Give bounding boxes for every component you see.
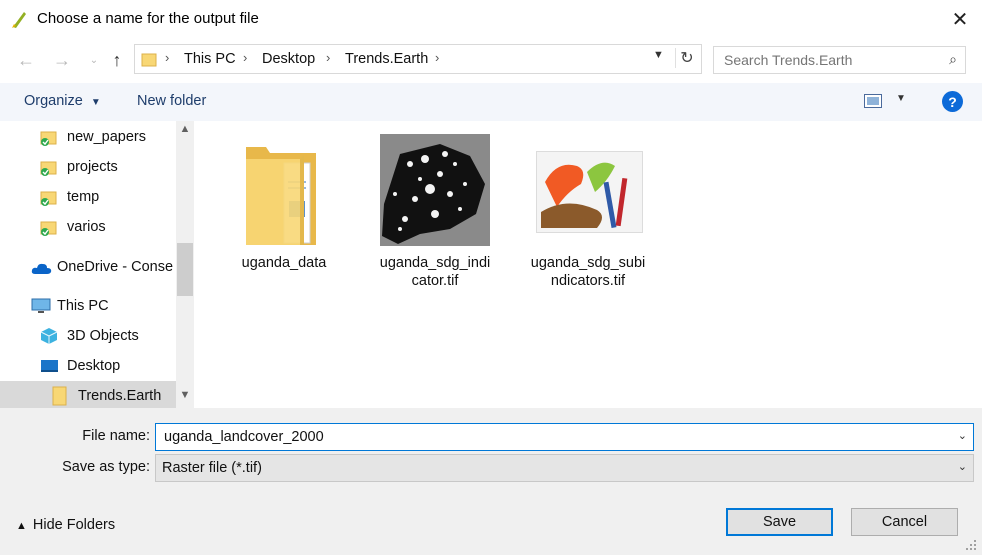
chevron-down-icon: ⌄ [957,461,967,473]
close-button[interactable]: ✕ [944,4,976,34]
save-as-type-value: Raster file (*.tif) [162,460,262,476]
sidebar-item-label: OneDrive - Conse [57,259,174,275]
new-folder-button[interactable]: New folder [137,93,206,109]
file-name-combobox[interactable]: ⌄ [155,423,974,451]
refresh-button[interactable]: ↻ [675,48,698,68]
breadcrumb-separator-icon: › [243,50,248,65]
resize-grip-icon[interactable] [964,538,978,552]
window-title: Choose a name for the output file [37,10,259,27]
save-as-type-label: Save as type: [62,459,150,475]
address-bar[interactable]: › This PC › Desktop › Trends.Earth › ▼ ↻ [134,44,702,74]
sidebar-item-onedrive[interactable]: OneDrive - Conse [0,252,176,282]
address-history-dropdown[interactable]: ▼ [653,49,664,61]
file-name-input[interactable] [162,428,946,446]
raster-thumbnail-icon [380,134,490,246]
file-name-line: uganda_data [241,255,327,271]
change-view-button[interactable]: ▼ [864,93,908,111]
breadcrumb-this-pc[interactable]: This PC [184,51,236,67]
file-name-label: File name: [82,428,150,444]
folder-sync-icon [40,191,57,206]
sidebar-item-trends-earth[interactable]: Trends.Earth [0,381,176,411]
refresh-icon: ↻ [680,50,694,67]
cloud-icon [31,263,52,274]
scroll-down-icon[interactable]: ▼ [176,389,194,401]
desktop-icon [41,360,58,372]
chevron-down-icon: ⌄ [89,54,99,66]
folder-sync-icon [40,221,57,236]
organize-button[interactable]: Organize ▼ [24,93,101,109]
sidebar-item-label: Desktop [67,358,121,374]
help-icon[interactable]: ? [942,91,963,112]
title-bar: Choose a name for the output file ✕ [0,0,982,38]
file-name-line: uganda_sdg_subi [530,255,646,271]
file-item-uganda-sdg-indicator[interactable] [380,134,490,246]
sidebar-item-label: Trends.Earth [78,388,162,404]
folder-icon [141,53,157,67]
file-name-line: cator.tif [411,273,459,289]
paint-app-icon [541,162,628,228]
chevron-down-icon[interactable]: ⌄ [958,429,967,442]
sidebar-item-label: temp [67,189,100,205]
hide-folders-label: Hide Folders [32,517,116,533]
sidebar-item-3d-objects[interactable]: 3D Objects [0,321,176,351]
sidebar-item-label: 3D Objects [67,328,139,344]
sidebar-item-this-pc[interactable]: This PC [0,291,176,321]
arrow-right-icon: → [53,49,71,70]
folder-icon [246,147,316,245]
sidebar-item-label: varios [67,219,106,235]
file-item-uganda-sdg-subindicators[interactable] [536,151,643,233]
search-icon[interactable]: ⌕ [949,51,957,68]
navigation-pane: new_papers projects temp varios OneDrive… [0,121,196,411]
sidebar-item-new-papers[interactable]: new_papers [0,122,176,152]
arrow-up-icon: ↑ [112,49,122,70]
file-name-line: uganda_sdg_indi [379,255,491,271]
save-button[interactable]: Save [726,508,833,536]
search-box[interactable]: ⌕ [713,46,966,74]
folder-icon [52,386,67,406]
sidebar-item-temp[interactable]: temp [0,182,176,212]
qgis-app-icon [12,12,26,28]
forward-button[interactable]: → [50,48,74,72]
search-input[interactable] [722,51,936,69]
recent-locations-button[interactable]: ⌄ [82,48,106,72]
caret-down-icon: ▼ [896,93,906,104]
command-bar: Organize ▼ New folder ▼ ? [0,83,982,122]
breadcrumb-trends-earth[interactable]: Trends.Earth [345,51,428,67]
scroll-thumb[interactable] [177,243,193,296]
cancel-button[interactable]: Cancel [851,508,958,536]
caret-down-icon: ▼ [90,97,101,108]
sidebar-item-label: This PC [57,298,109,314]
file-item-uganda-sdg-subindicators-label[interactable]: uganda_sdg_subi ndicators.tif [528,254,648,290]
scroll-up-icon[interactable]: ▲ [176,123,194,135]
hide-folders-button[interactable]: ▲ Hide Folders [16,517,115,533]
chevron-up-icon: ▲ [16,520,27,532]
sidebar-item-projects[interactable]: projects [0,152,176,182]
sidebar-item-varios[interactable]: varios [0,212,176,242]
organize-label: Organize [24,93,83,109]
file-name-line: ndicators.tif [550,273,626,289]
computer-icon [31,298,51,313]
breadcrumb-separator-icon: › [435,50,440,65]
cube-icon [40,328,58,344]
sidebar-item-label: new_papers [67,129,146,145]
breadcrumb-separator-icon: › [326,50,331,65]
close-icon: ✕ [951,8,969,31]
view-icon [864,94,882,108]
save-form-panel: File name: ⌄ Save as type: Raster file (… [0,408,982,555]
file-item-uganda-data-label[interactable]: uganda_data [224,254,344,272]
folder-sync-icon [40,131,57,146]
folder-sync-icon [40,161,57,176]
file-item-uganda-data[interactable] [244,141,324,251]
breadcrumb-separator-icon: › [165,50,170,65]
file-item-uganda-sdg-indicator-label[interactable]: uganda_sdg_indi cator.tif [375,254,495,290]
save-as-type-select[interactable]: Raster file (*.tif) ⌄ [155,454,974,482]
sidebar-scrollbar[interactable]: ▲ ▼ [176,121,194,408]
sidebar-item-desktop[interactable]: Desktop [0,351,176,381]
back-button[interactable]: ← [14,48,38,72]
breadcrumb-desktop[interactable]: Desktop [262,51,315,67]
file-list: uganda_data uganda_sdg_indi cator.tif ug… [196,121,982,408]
up-button[interactable]: ↑ [105,48,129,72]
sidebar-item-label: projects [67,159,118,175]
arrow-left-icon: ← [17,49,35,70]
